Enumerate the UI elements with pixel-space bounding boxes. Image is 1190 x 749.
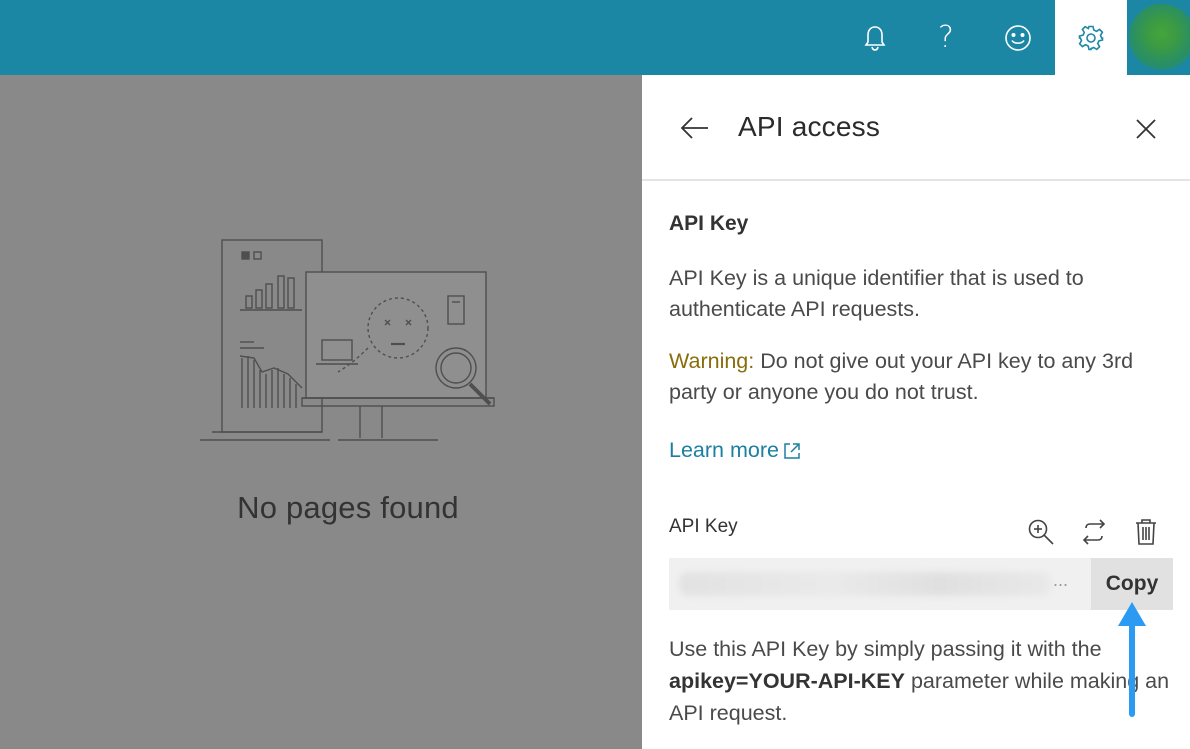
warning-label: Warning: <box>669 349 755 373</box>
delete-icon[interactable] <box>1130 516 1162 548</box>
usage-param: apikey=YOUR-API-KEY <box>669 669 905 693</box>
external-link-icon <box>784 442 800 459</box>
help-glyph: ? <box>938 20 954 55</box>
api-key-ellipsis: ... <box>1053 570 1069 590</box>
learn-more-label: Learn more <box>669 438 779 462</box>
close-icon[interactable] <box>1132 115 1160 143</box>
usage-text: Use this API Key by simply passing it wi… <box>669 633 1174 729</box>
top-bar: ? <box>0 0 1190 75</box>
zoom-in-icon[interactable] <box>1025 516 1057 548</box>
regenerate-icon[interactable] <box>1078 516 1110 548</box>
panel-title: API access <box>738 111 881 142</box>
main-content: No pages found <box>0 75 642 749</box>
panel-header: API access <box>642 75 1190 181</box>
smiley-icon[interactable] <box>986 0 1050 75</box>
api-key-label: API Key <box>669 516 738 537</box>
api-key-description: API Key is a unique identifier that is u… <box>669 266 1084 321</box>
empty-state-text: No pages found <box>237 490 459 525</box>
warning-text: Warning: Do not give out your API key to… <box>669 346 1179 408</box>
api-key-value-redacted <box>679 572 1051 596</box>
bell-icon[interactable] <box>843 0 907 75</box>
api-key-field[interactable]: ... <box>669 558 1091 610</box>
empty-state-illustration <box>200 239 495 441</box>
help-icon[interactable]: ? <box>914 0 978 75</box>
section-title: API Key <box>669 212 749 235</box>
avatar[interactable] <box>1127 0 1190 75</box>
learn-more-link[interactable]: Learn more <box>669 438 802 463</box>
back-arrow-icon[interactable] <box>678 113 712 143</box>
gear-icon[interactable] <box>1055 0 1127 75</box>
api-access-panel: API access API Key API Key is a unique i… <box>642 75 1190 749</box>
usage-prefix: Use this API Key by simply passing it wi… <box>669 637 1102 661</box>
avatar-image <box>1129 4 1190 70</box>
annotation-arrow-icon <box>1118 602 1146 717</box>
